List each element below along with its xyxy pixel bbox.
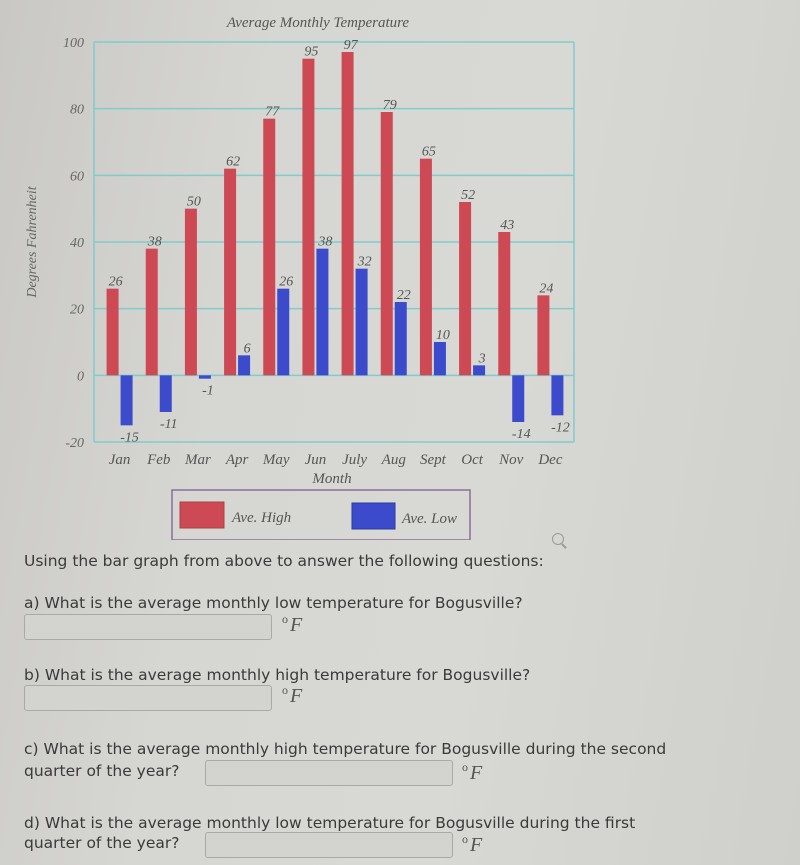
data-label-high: 97: [344, 38, 359, 53]
bar-low: [473, 365, 486, 376]
question-a-label: a) What is the average monthly low tempe…: [24, 594, 523, 612]
data-label-low: -1: [202, 384, 214, 399]
x-tick-label: Jun: [305, 452, 327, 468]
data-label-high: 65: [422, 145, 436, 160]
bar-high: [184, 208, 197, 376]
answer-d-input[interactable]: [205, 832, 453, 858]
x-tick-label: Aug: [381, 452, 407, 468]
bar-low: [512, 375, 525, 422]
y-axis-label: Degrees Fahrenheit: [25, 185, 40, 298]
data-label-high: 77: [265, 105, 280, 120]
unit-d: oF: [462, 832, 483, 856]
x-axis-label: Month: [311, 471, 351, 487]
bar-low: [159, 375, 172, 412]
data-label-low: 32: [357, 255, 372, 270]
bar-high: [145, 248, 158, 376]
data-label-low: -14: [512, 427, 531, 442]
data-label-low: 22: [397, 288, 411, 303]
data-label-high: 43: [500, 218, 514, 233]
question-d-label-line2: quarter of the year?: [24, 834, 180, 852]
legend-label-low: Ave. Low: [401, 511, 457, 527]
data-label-low: -15: [120, 430, 139, 445]
question-d-label-line1: d) What is the average monthly low tempe…: [24, 814, 636, 832]
question-c-label-line1: c) What is the average monthly high temp…: [24, 740, 667, 758]
bar-high: [302, 58, 315, 376]
x-tick-label: Oct: [461, 452, 483, 468]
data-label-high: 52: [461, 188, 475, 203]
y-tick-label: 0: [77, 369, 84, 384]
data-label-low: -12: [551, 420, 570, 435]
bar-high: [380, 112, 393, 376]
bar-low: [198, 375, 211, 379]
bar-low: [551, 375, 564, 416]
x-tick-label: May: [262, 452, 290, 468]
x-tick-label: Sept: [420, 452, 447, 468]
data-label-low: 10: [436, 328, 450, 343]
question-b-label: b) What is the average monthly high temp…: [24, 666, 531, 684]
bar-high: [341, 52, 354, 376]
x-tick-label: Apr: [225, 452, 249, 468]
data-label-high: 24: [539, 281, 553, 296]
magnifier-icon[interactable]: [552, 533, 564, 545]
bar-high: [106, 288, 119, 376]
bar-high: [498, 232, 511, 376]
answer-a-input[interactable]: [24, 614, 272, 640]
x-tick-label: Nov: [498, 452, 524, 468]
y-tick-label: 40: [70, 236, 84, 251]
temperature-bar-chart: Average Monthly Temperature Degrees Fahr…: [25, 15, 575, 540]
legend: Ave. High Ave. Low: [171, 489, 471, 540]
bar-low: [120, 375, 133, 426]
x-tick-label: Mar: [184, 452, 211, 468]
unit-c: oF: [462, 760, 483, 784]
bar-high: [537, 295, 550, 376]
bar-low: [277, 288, 290, 376]
data-label-high: 79: [383, 98, 397, 113]
y-tick-label: 100: [63, 36, 84, 51]
answer-b-input[interactable]: [24, 685, 272, 711]
y-tick-label: 20: [70, 303, 84, 318]
bar-high: [224, 168, 237, 376]
answer-c-input[interactable]: [205, 760, 453, 786]
data-label-low: 26: [279, 275, 293, 290]
legend-swatch-high: [179, 501, 225, 529]
bar-low: [394, 302, 407, 376]
data-label-low: 3: [478, 351, 486, 366]
bar-high: [419, 158, 432, 376]
chart-title: Average Monthly Temperature: [226, 15, 410, 31]
y-tick-label: 60: [70, 169, 84, 184]
data-label-low: -11: [160, 417, 178, 432]
unit-a: oF: [282, 612, 303, 636]
y-tick-label: 80: [70, 103, 84, 118]
x-axis-ticks: Jan Feb Mar Apr May Jun July Aug Sept Oct Nov Dec: [109, 452, 563, 468]
data-label-high: 26: [109, 275, 123, 290]
y-axis-ticks: 100 80 60 40 20 0 -20: [63, 36, 84, 451]
data-label-high: 62: [226, 155, 240, 170]
bar-low: [433, 342, 446, 376]
data-label-low: 38: [317, 235, 332, 250]
question-c-label-line2: quarter of the year?: [24, 762, 180, 780]
data-label-high: 50: [187, 195, 201, 210]
x-tick-label: Jan: [109, 452, 131, 468]
bar-low: [355, 268, 368, 376]
legend-label-high: Ave. High: [231, 510, 291, 526]
y-tick-label: -20: [65, 436, 84, 451]
bar-high: [459, 202, 472, 376]
x-tick-label: Dec: [537, 452, 562, 468]
data-label-low: 6: [244, 341, 251, 356]
questions-intro: Using the bar graph from above to answer…: [24, 552, 544, 570]
data-label-high: 95: [304, 45, 318, 60]
data-label-high: 38: [147, 235, 162, 250]
legend-swatch-low: [351, 502, 396, 530]
bar-low: [238, 355, 251, 376]
bar-high: [263, 118, 276, 376]
bar-low: [316, 248, 329, 376]
x-tick-label: Feb: [146, 452, 171, 468]
x-tick-label: July: [342, 452, 367, 468]
unit-b: oF: [282, 683, 303, 707]
